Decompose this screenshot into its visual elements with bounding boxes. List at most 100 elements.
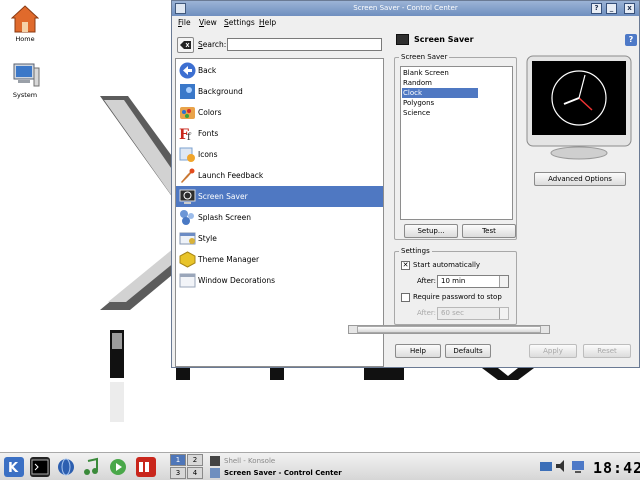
- saver-item[interactable]: Science: [402, 108, 478, 118]
- pager-desktop-3[interactable]: 3: [170, 467, 186, 479]
- menu-settings[interactable]: Settings: [224, 18, 255, 27]
- context-help-button[interactable]: ?: [591, 3, 602, 14]
- spin-arrows-icon: [499, 308, 508, 319]
- task-label: Shell - Konsole: [224, 457, 276, 465]
- saver-item[interactable]: Polygons: [402, 98, 478, 108]
- browser-icon[interactable]: [56, 457, 76, 477]
- screen-saver-panel: Screen Saver ? Screen Saver Blank Screen…: [390, 31, 640, 367]
- theme-manager-icon: [179, 251, 196, 268]
- menu-view[interactable]: View: [199, 18, 217, 27]
- spin-value: 60 sec: [441, 309, 464, 317]
- desktop-icon-home[interactable]: Home: [0, 4, 50, 43]
- terminal-icon: [210, 456, 220, 466]
- pager-desktop-2[interactable]: 2: [187, 454, 203, 466]
- media-player-icon[interactable]: [108, 457, 128, 477]
- after-label: After:: [417, 277, 437, 285]
- module-item-style[interactable]: Style: [176, 228, 383, 249]
- module-item-theme-manager[interactable]: Theme Manager: [176, 249, 383, 270]
- back-arrow-icon: [179, 62, 196, 79]
- start-automatically-label: Start automatically: [413, 261, 481, 269]
- preview-monitor: [526, 55, 632, 160]
- setup-button[interactable]: Setup...: [404, 224, 458, 238]
- after-label-disabled: After:: [417, 309, 437, 317]
- control-center-window: Screen Saver - Control Center ? _ x File…: [171, 0, 640, 368]
- menu-file[interactable]: File: [178, 18, 191, 27]
- search-row: Search:: [177, 37, 387, 53]
- menu-help[interactable]: Help: [259, 18, 276, 27]
- module-item-launch-feedback[interactable]: Launch Feedback: [176, 165, 383, 186]
- module-item-back[interactable]: Back: [176, 60, 383, 81]
- module-item-fonts[interactable]: Ff Fonts: [176, 123, 383, 144]
- task-label: Screen Saver - Control Center: [224, 469, 342, 477]
- module-item-icons[interactable]: Icons: [176, 144, 383, 165]
- desktop-icon-system[interactable]: System: [0, 62, 50, 99]
- terminal-icon[interactable]: [30, 457, 50, 477]
- require-password-checkbox[interactable]: [401, 293, 410, 302]
- module-list[interactable]: Back Background Colors Ff Fonts Icons La…: [175, 58, 384, 367]
- saver-item[interactable]: Random: [402, 78, 478, 88]
- advanced-options-button[interactable]: Advanced Options: [534, 172, 626, 186]
- launch-feedback-icon: [181, 168, 195, 183]
- saver-item-selected[interactable]: Clock: [402, 88, 478, 98]
- module-label: Fonts: [198, 129, 219, 138]
- title-bar[interactable]: Screen Saver - Control Center ? _ x: [172, 1, 639, 16]
- screen-saver-group: Screen Saver Blank Screen Random Clock P…: [394, 53, 517, 240]
- module-item-window-decorations[interactable]: Window Decorations: [176, 270, 383, 291]
- start-automatically-checkbox[interactable]: ✕: [401, 261, 410, 270]
- pager-desktop-4[interactable]: 4: [187, 467, 203, 479]
- splash-screen-icon: [180, 210, 194, 225]
- defaults-button[interactable]: Defaults: [445, 344, 491, 358]
- settings-group: Settings ✕ Start automatically After: 10…: [394, 247, 517, 325]
- close-button[interactable]: x: [624, 3, 635, 14]
- group-title: Settings: [399, 247, 432, 255]
- horizontal-scrollbar[interactable]: [348, 325, 550, 334]
- display-icon[interactable]: [571, 458, 585, 474]
- icons-icon: [179, 147, 195, 162]
- home-icon: [11, 5, 39, 33]
- help-button[interactable]: Help: [395, 344, 441, 358]
- screen-saver-header-icon: [396, 34, 409, 45]
- module-item-colors[interactable]: Colors: [176, 102, 383, 123]
- module-label: Theme Manager: [198, 255, 260, 264]
- scrollbar-thumb[interactable]: [357, 326, 541, 333]
- test-button[interactable]: Test: [462, 224, 516, 238]
- network-icon[interactable]: [539, 458, 553, 474]
- music-player-icon[interactable]: [82, 457, 102, 477]
- minimize-button[interactable]: _: [606, 3, 617, 14]
- whats-this-icon[interactable]: ?: [625, 34, 637, 46]
- module-label: Style: [198, 234, 217, 243]
- window-title: Screen Saver - Control Center: [353, 4, 458, 12]
- volume-icon[interactable]: [555, 458, 569, 474]
- pager-desktop-1[interactable]: 1: [170, 454, 186, 466]
- window-menu-icon[interactable]: [175, 3, 186, 14]
- task-konsole[interactable]: Shell - Konsole: [207, 455, 407, 467]
- search-input[interactable]: [227, 38, 382, 51]
- password-after-spinbox: 60 sec: [437, 307, 509, 320]
- menu-label: elp: [264, 18, 277, 27]
- module-item-background[interactable]: Background: [176, 81, 383, 102]
- spin-arrows-icon[interactable]: [499, 276, 508, 287]
- clear-search-button[interactable]: [177, 37, 194, 53]
- desktop-icon-label: Home: [15, 35, 35, 43]
- menu-bar: File View Settings Help: [172, 16, 639, 31]
- task-control-center[interactable]: Screen Saver - Control Center: [207, 467, 407, 479]
- clock[interactable]: 18:42: [593, 459, 640, 477]
- desktop-icon-label: System: [12, 91, 38, 99]
- module-label: Background: [198, 87, 243, 96]
- kde-menu-icon[interactable]: K: [4, 457, 24, 477]
- computer-icon: [13, 63, 40, 87]
- module-item-screen-saver[interactable]: Screen Saver: [176, 186, 383, 207]
- apply-button: Apply: [529, 344, 577, 358]
- start-after-spinbox[interactable]: 10 min: [437, 275, 509, 288]
- saver-item[interactable]: Blank Screen: [402, 68, 478, 78]
- saver-list[interactable]: Blank Screen Random Clock Polygons Scien…: [400, 66, 513, 220]
- module-item-splash-screen[interactable]: Splash Screen: [176, 207, 383, 228]
- application-icon[interactable]: [136, 457, 156, 477]
- colors-icon: [180, 107, 195, 119]
- module-label: Launch Feedback: [198, 171, 264, 180]
- fonts-icon: Ff: [179, 127, 192, 142]
- module-label: Back: [198, 66, 217, 75]
- window-decorations-icon: [179, 273, 196, 288]
- desktop-pager: 1 2 3 4: [170, 454, 204, 480]
- menu-label: ile: [181, 18, 191, 27]
